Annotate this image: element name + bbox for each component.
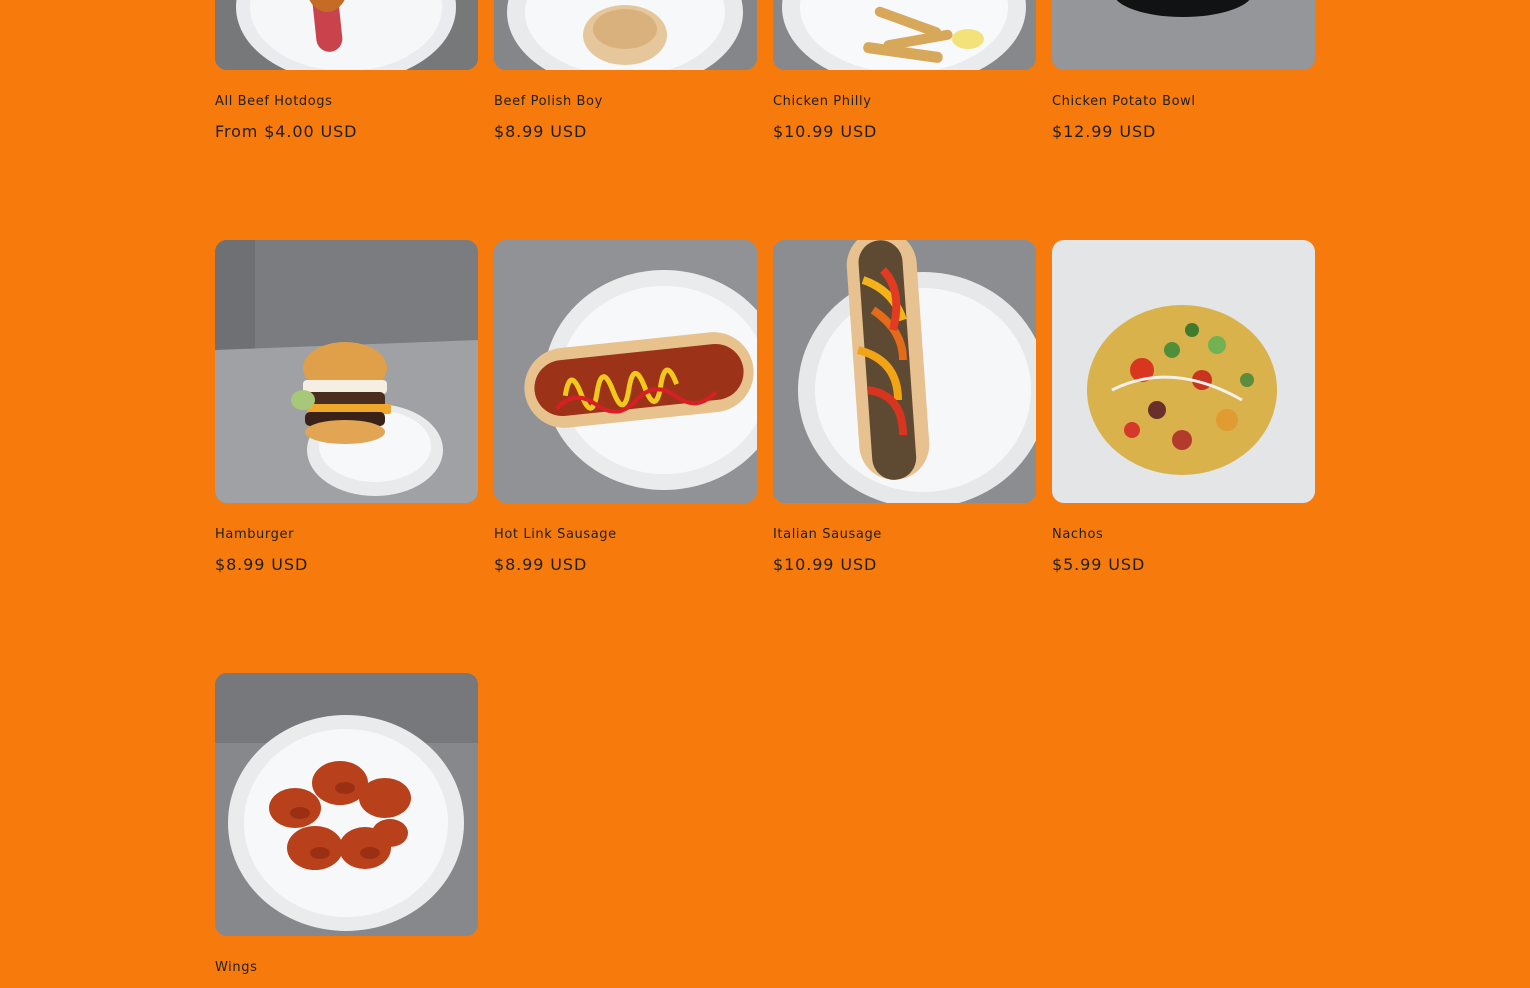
hotdog-plate-image — [215, 0, 478, 70]
product-image[interactable] — [215, 673, 478, 936]
hot-link-image — [494, 240, 757, 503]
product-price: $8.99 USD — [215, 555, 309, 574]
product-image[interactable] — [494, 0, 757, 70]
product-card[interactable]: Wings — [215, 673, 478, 988]
product-card[interactable]: Chicken Philly $10.99 USD — [773, 0, 1036, 142]
product-title[interactable]: All Beef Hotdogs — [215, 94, 478, 110]
product-price: $10.99 USD — [773, 122, 878, 141]
product-image[interactable] — [215, 240, 478, 503]
product-card[interactable]: Hamburger $8.99 USD — [215, 240, 478, 575]
product-grid: All Beef Hotdogs From $4.00 USD Beef Pol… — [215, 0, 1315, 988]
product-card[interactable]: Beef Polish Boy $8.99 USD — [494, 0, 757, 142]
product-image[interactable] — [1052, 240, 1315, 503]
product-price: $10.99 USD — [773, 555, 878, 574]
product-price: From $4.00 USD — [215, 122, 358, 141]
bowl-image — [1052, 0, 1315, 70]
italian-sausage-image — [773, 240, 1036, 503]
product-title[interactable]: Beef Polish Boy — [494, 94, 757, 110]
product-card[interactable]: Chicken Potato Bowl $12.99 USD — [1052, 0, 1315, 142]
product-image[interactable] — [215, 0, 478, 70]
product-price: $8.99 USD — [494, 122, 588, 141]
product-image[interactable] — [1052, 0, 1315, 70]
product-title[interactable]: Wings — [215, 960, 478, 976]
product-image[interactable] — [773, 0, 1036, 70]
product-title[interactable]: Nachos — [1052, 527, 1315, 543]
product-title[interactable]: Chicken Potato Bowl — [1052, 94, 1315, 110]
fries-plate-image — [773, 0, 1036, 70]
product-card[interactable]: Hot Link Sausage $8.99 USD — [494, 240, 757, 575]
hamburger-plate-image — [215, 240, 478, 503]
product-price: $8.99 USD — [494, 555, 588, 574]
product-image[interactable] — [773, 240, 1036, 503]
product-title[interactable]: Italian Sausage — [773, 527, 1036, 543]
polish-boy-plate-image — [494, 0, 757, 70]
product-title[interactable]: Hot Link Sausage — [494, 527, 757, 543]
nachos-image — [1052, 240, 1315, 503]
product-card[interactable]: Italian Sausage $10.99 USD — [773, 240, 1036, 575]
product-card[interactable]: Nachos $5.99 USD — [1052, 240, 1315, 575]
wings-plate-image — [215, 673, 478, 936]
product-image[interactable] — [494, 240, 757, 503]
product-title[interactable]: Chicken Philly — [773, 94, 1036, 110]
product-price: $5.99 USD — [1052, 555, 1146, 574]
product-price: $12.99 USD — [1052, 122, 1157, 141]
product-title[interactable]: Hamburger — [215, 527, 478, 543]
product-card[interactable]: All Beef Hotdogs From $4.00 USD — [215, 0, 478, 142]
